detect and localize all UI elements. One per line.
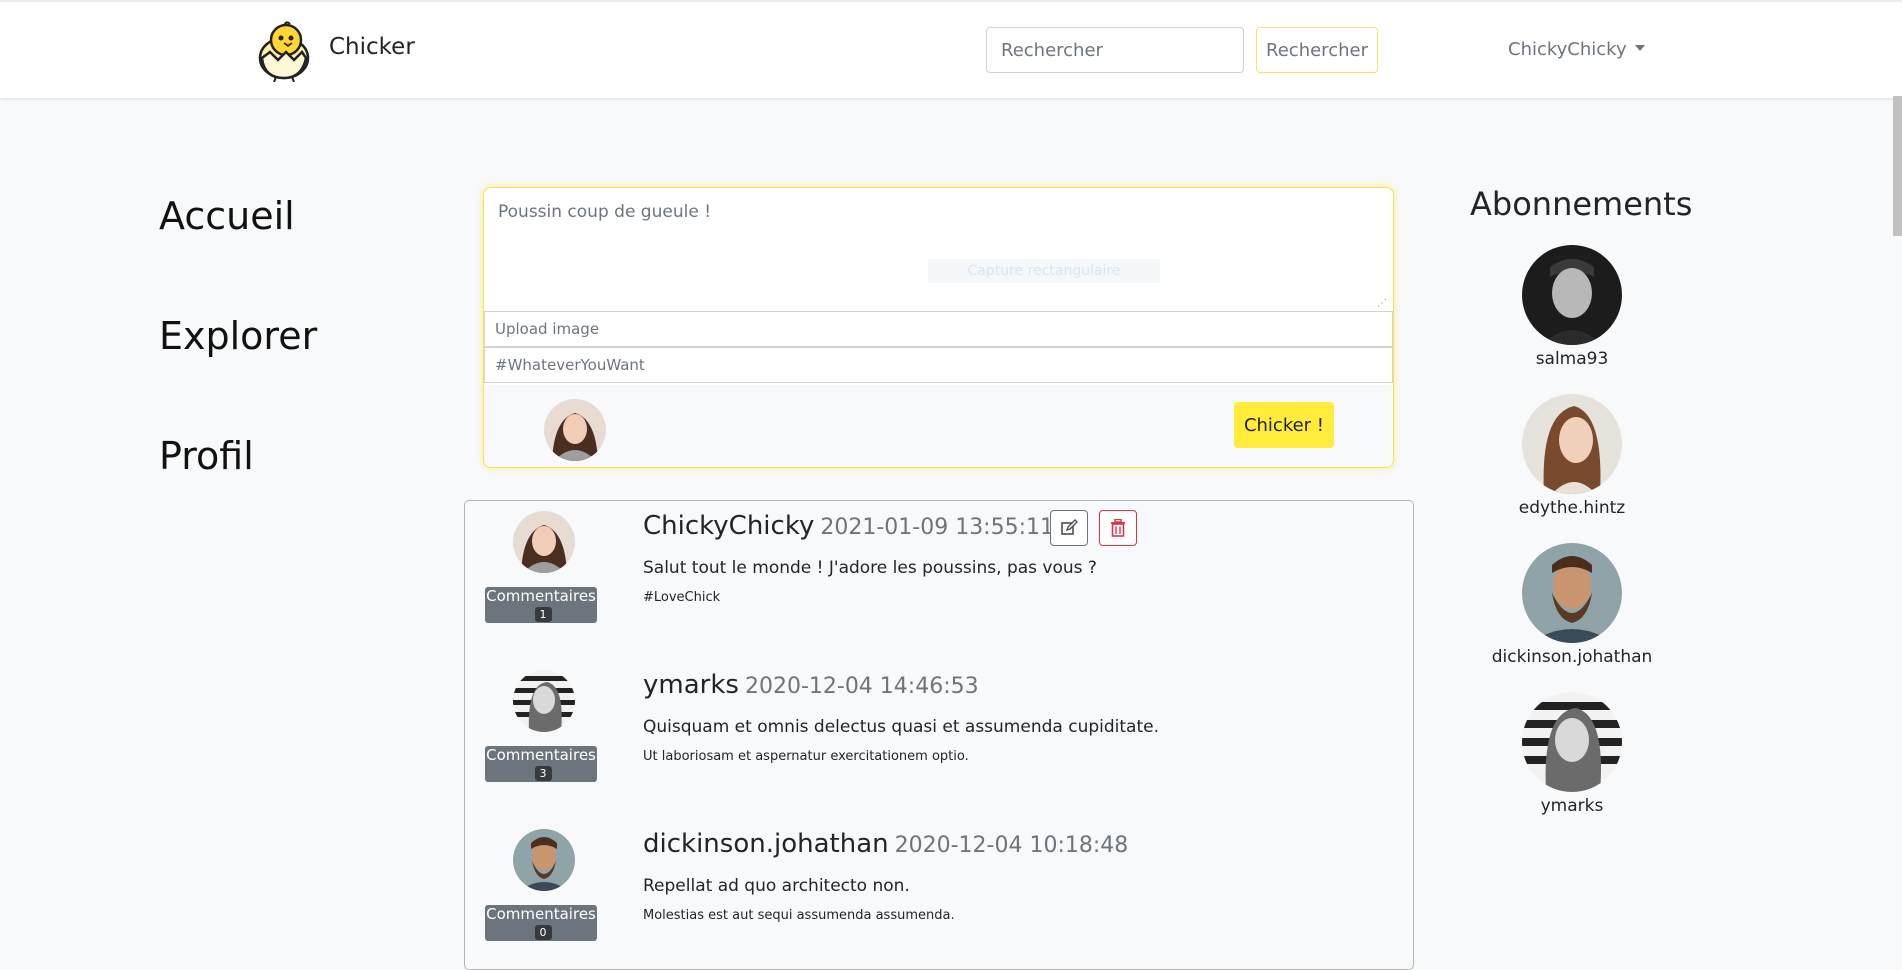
post-tag[interactable]: #LoveChick xyxy=(643,590,720,605)
avatar-icon[interactable] xyxy=(1522,692,1622,792)
search-button[interactable]: Rechercher xyxy=(1256,27,1378,73)
capture-overlay-hint: Capture rectangulaire xyxy=(928,259,1160,283)
nav-link-accueil[interactable]: Accueil xyxy=(159,194,295,238)
comments-label: Commentaires xyxy=(486,746,596,764)
user-menu-dropdown[interactable]: ChickyChicky xyxy=(1508,39,1645,60)
avatar-icon[interactable] xyxy=(513,670,575,732)
subscription-item[interactable]: ymarks xyxy=(1440,692,1704,816)
resize-grip-icon[interactable]: ⋰ xyxy=(1377,298,1387,309)
subscription-username[interactable]: dickinson.johathan xyxy=(1440,647,1704,667)
subscription-username[interactable]: edythe.hintz xyxy=(1440,498,1704,518)
subscription-item[interactable]: dickinson.johathan xyxy=(1440,543,1704,667)
subscription-username[interactable]: ymarks xyxy=(1440,796,1704,816)
post-text: Repellat ad quo architecto non. xyxy=(643,876,910,896)
comments-button[interactable]: Commentaires 1 xyxy=(485,587,597,623)
comment-count-badge: 0 xyxy=(534,925,552,940)
post-author[interactable]: ymarks xyxy=(643,670,739,700)
feed: Commentaires 1 ChickyChicky 2021-01-09 13:… xyxy=(464,500,1414,970)
comment-count-badge: 1 xyxy=(534,607,552,622)
subscription-username[interactable]: salma93 xyxy=(1440,349,1704,369)
post-tag[interactable]: Ut laboriosam et aspernatur exercitation… xyxy=(643,749,969,764)
scrollbar[interactable] xyxy=(1893,96,1902,236)
edit-post-button[interactable] xyxy=(1050,510,1088,546)
comments-label: Commentaires xyxy=(486,905,596,923)
compose-form: Capture rectangulaire ⋰ Chicker ! xyxy=(483,187,1394,468)
chick-logo-icon[interactable] xyxy=(256,18,314,82)
trash-icon xyxy=(1111,519,1125,537)
brand-name[interactable]: Chicker xyxy=(329,34,415,60)
post-date: 2020-12-04 10:18:48 xyxy=(894,833,1129,858)
delete-post-button[interactable] xyxy=(1099,510,1137,546)
compose-footer: Chicker ! xyxy=(484,385,1393,467)
post-date: 2020-12-04 14:46:53 xyxy=(744,674,979,699)
post-item: Commentaires 0 dickinson.johathan 2020-12-… xyxy=(465,819,1413,969)
caret-down-icon xyxy=(1634,45,1645,51)
post-text: Salut tout le monde ! J'adore les poussi… xyxy=(643,558,1097,578)
subscription-item[interactable]: salma93 xyxy=(1440,245,1704,369)
avatar-icon[interactable] xyxy=(1522,245,1622,345)
chicker-submit-button[interactable]: Chicker ! xyxy=(1234,402,1334,448)
subscription-item[interactable]: edythe.hintz xyxy=(1440,394,1704,518)
avatar-icon xyxy=(544,399,606,461)
search-input[interactable] xyxy=(986,27,1244,73)
comment-count-badge: 3 xyxy=(534,766,552,781)
post-item: Commentaires3 ymarks 2020-12-04 14:46:53 … xyxy=(465,660,1413,810)
post-author[interactable]: ChickyChicky xyxy=(643,511,814,541)
post-text-input[interactable] xyxy=(484,188,1393,311)
avatar-icon[interactable] xyxy=(513,829,575,891)
post-header: ChickyChicky 2021-01-09 13:55:11 xyxy=(643,511,1054,541)
post-header: ymarks 2020-12-04 14:46:53 xyxy=(643,670,979,700)
navbar: Chicker Rechercher ChickyChicky xyxy=(0,0,1902,98)
hashtag-input[interactable] xyxy=(484,347,1393,383)
post-item: Commentaires 1 ChickyChicky 2021-01-09 13:… xyxy=(465,501,1413,651)
edit-icon xyxy=(1061,519,1078,535)
avatar-icon[interactable] xyxy=(1522,394,1622,494)
comments-label: Commentaires xyxy=(486,587,596,605)
post-header: dickinson.johathan 2020-12-04 10:18:48 xyxy=(643,829,1128,859)
post-date: 2021-01-09 13:55:11 xyxy=(820,515,1054,540)
user-menu-label: ChickyChicky xyxy=(1508,39,1627,60)
nav-link-explorer[interactable]: Explorer xyxy=(159,314,317,358)
upload-image-input[interactable] xyxy=(484,311,1393,347)
post-author[interactable]: dickinson.johathan xyxy=(643,829,889,859)
nav-link-profil[interactable]: Profil xyxy=(159,434,254,478)
post-text: Quisquam et omnis delectus quasi et assu… xyxy=(643,717,1159,737)
post-tag[interactable]: Molestias est aut sequi assumenda assume… xyxy=(643,908,955,923)
avatar-icon[interactable] xyxy=(513,511,575,573)
comments-button[interactable]: Commentaires 3 xyxy=(485,746,597,782)
subscriptions-title: Abonnements xyxy=(1470,185,1693,223)
comments-button[interactable]: Commentaires 0 xyxy=(485,905,597,941)
avatar-icon[interactable] xyxy=(1522,543,1622,643)
